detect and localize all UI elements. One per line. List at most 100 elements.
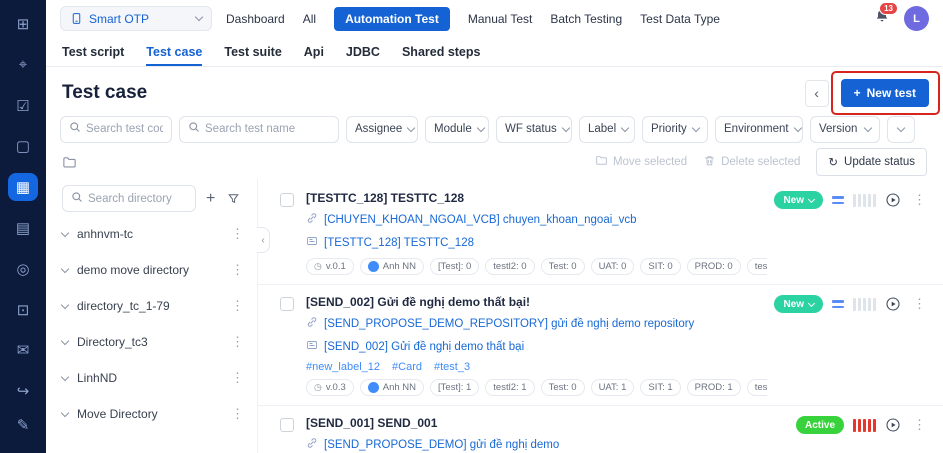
directory-search-box [62,185,196,212]
tab-test-case[interactable]: Test case [146,37,202,66]
run-test-icon[interactable] [885,417,901,433]
test-repo-link[interactable]: [SEND_PROPOSE_DEMO_REPOSITORY] gửi đề ng… [324,318,694,330]
test-row[interactable]: [SEND_001] SEND_001 [SEND_PROPOSE_DEMO] … [258,406,943,453]
messages-icon[interactable]: ✉ [8,337,38,365]
counter-badge: UAT: 0 [591,258,635,275]
filter-module[interactable]: Module [425,116,489,143]
apps-grid-icon[interactable]: ⊞ [8,10,38,38]
page-title: Test case [62,82,147,104]
kebab-menu-icon[interactable]: ⋮ [910,417,929,433]
directory-filter-icon[interactable] [225,190,242,207]
delete-selected-label: Delete selected [721,156,800,168]
filter-assignee[interactable]: Assignee [346,116,418,143]
test-repo-line: [CHUYEN_KHOAN_NGOAI_VCB] chuyen_khoan_ng… [306,211,767,229]
automation-module-icon[interactable]: ▦ [8,173,38,201]
nav-dashboard[interactable]: Dashboard [226,12,285,26]
kebab-menu-icon[interactable]: ⋮ [910,192,929,208]
hashtag-label[interactable]: #new_label_12 [306,361,380,373]
update-status-button[interactable]: ↻ Update status [816,148,927,176]
chevron-down-icon [61,408,69,416]
move-selected-button[interactable]: Move selected [595,154,687,170]
directory-item-anhnvm-tc[interactable]: anhnvm-tc⋮ [62,216,247,252]
tab-api[interactable]: Api [304,37,324,66]
filter-label[interactable]: Label [579,116,635,143]
test-row[interactable]: [TESTTC_128] TESTTC_128 [CHUYEN_KHOAN_NG… [258,181,943,285]
page-actions: ‹ +New test [805,79,929,107]
run-test-icon[interactable] [885,192,901,208]
status-badge[interactable]: New [774,191,823,209]
kebab-menu-icon[interactable]: ⋮ [228,406,247,422]
tasks-icon[interactable]: ☑ [8,92,38,120]
run-history-bars-icon [853,298,876,311]
directory-item-label: Directory_tc3 [77,335,219,349]
row-checkbox[interactable] [280,193,294,207]
filter-label-label: Label [588,123,616,135]
location-icon[interactable]: ⌖ [8,51,38,79]
documents-icon[interactable]: ▢ [8,132,38,160]
test-title: [SEND_001] SEND_001 [306,416,767,430]
nav-batch-testing[interactable]: Batch Testing [550,12,622,26]
test-repo-link[interactable]: [SEND_PROPOSE_DEMO] gửi đề nghị demo [324,439,559,451]
search-test-name-input[interactable] [205,123,330,135]
nav-automation-test[interactable]: Automation Test [334,7,450,31]
kebab-menu-icon[interactable]: ⋮ [228,262,247,278]
directory-item-linhnd[interactable]: LinhND⋮ [62,360,247,396]
nav-all[interactable]: All [303,12,316,26]
export-icon[interactable]: ↪ [8,377,38,405]
user-avatar[interactable]: L [904,6,929,31]
run-test-icon[interactable] [885,296,901,312]
table-icon[interactable]: ▤ [8,214,38,242]
delete-selected-button[interactable]: Delete selected [703,154,800,170]
filter-priority-label: Priority [651,123,687,135]
test-ref-link[interactable]: [TESTTC_128] TESTTC_128 [324,237,474,249]
test-repo-link[interactable]: [CHUYEN_KHOAN_NGOAI_VCB] chuyen_khoan_ng… [324,214,637,226]
tab-jdbc[interactable]: JDBC [346,37,380,66]
search-test-code-input[interactable] [86,123,163,135]
filter-version[interactable]: Version [810,116,880,143]
hashtag-label[interactable]: #test_3 [434,361,470,373]
kebab-menu-icon[interactable]: ⋮ [228,334,247,350]
kebab-menu-icon[interactable]: ⋮ [228,226,247,242]
copy-icon[interactable]: ⊡ [8,296,38,324]
directory-item-tc-1-79[interactable]: directory_tc_1-79⋮ [62,288,247,324]
status-badge[interactable]: Active [796,416,844,434]
nav-test-data-type[interactable]: Test Data Type [640,12,720,26]
directory-item-move-directory[interactable]: Move Directory⋮ [62,396,247,432]
status-badge[interactable]: New [774,295,823,313]
hashtag-label[interactable]: #Card [392,361,422,373]
counter-badge: [Test]: 0 [430,258,479,275]
directory-item-tc3[interactable]: Directory_tc3 ⋮ [62,324,247,360]
content-area: + anhnvm-tc⋮ demo move directory⋮ direct… [46,179,943,453]
panel-collapse-handle[interactable]: ‹ [257,227,270,253]
target-icon[interactable]: ◎ [8,255,38,283]
filter-priority[interactable]: Priority [642,116,708,143]
add-directory-button[interactable]: + [202,188,219,210]
test-hashtag-labels: #new_label_12 #Card #test_3 [306,361,767,373]
run-history-bars-icon [853,194,876,207]
tab-test-suite[interactable]: Test suite [224,37,281,66]
tab-test-script[interactable]: Test script [62,37,124,66]
notification-bell-icon[interactable]: 13 [874,8,890,29]
directory-item-demo-move[interactable]: demo move directory⋮ [62,252,247,288]
filter-wf-status[interactable]: WF status [496,116,572,143]
root-folder-icon[interactable] [62,155,77,170]
chevron-down-icon [808,195,815,202]
test-ref-link[interactable]: [SEND_002] Gửi đề nghị demo thất bại [324,341,524,353]
product-selector[interactable]: Smart OTP [60,6,212,31]
kebab-menu-icon[interactable]: ⋮ [910,296,929,312]
chevron-down-icon [61,228,69,236]
magic-wand-icon[interactable]: ✎ [8,411,38,439]
tab-shared-steps[interactable]: Shared steps [402,37,481,66]
kebab-menu-icon[interactable]: ⋮ [228,370,247,386]
counter-badge: test: 0 [747,258,767,275]
nav-manual-test[interactable]: Manual Test [468,12,532,26]
more-filters-button[interactable] [887,116,915,143]
filter-environment[interactable]: Environment [715,116,803,143]
collapse-back-button[interactable]: ‹ [805,80,829,107]
row-checkbox[interactable] [280,418,294,432]
row-checkbox[interactable] [280,297,294,311]
kebab-menu-icon[interactable]: ⋮ [228,298,247,314]
test-row[interactable]: [SEND_002] Gửi đề nghị demo thất bại! [S… [258,285,943,406]
directory-search-input[interactable] [88,193,187,205]
new-test-button[interactable]: +New test [841,79,929,107]
